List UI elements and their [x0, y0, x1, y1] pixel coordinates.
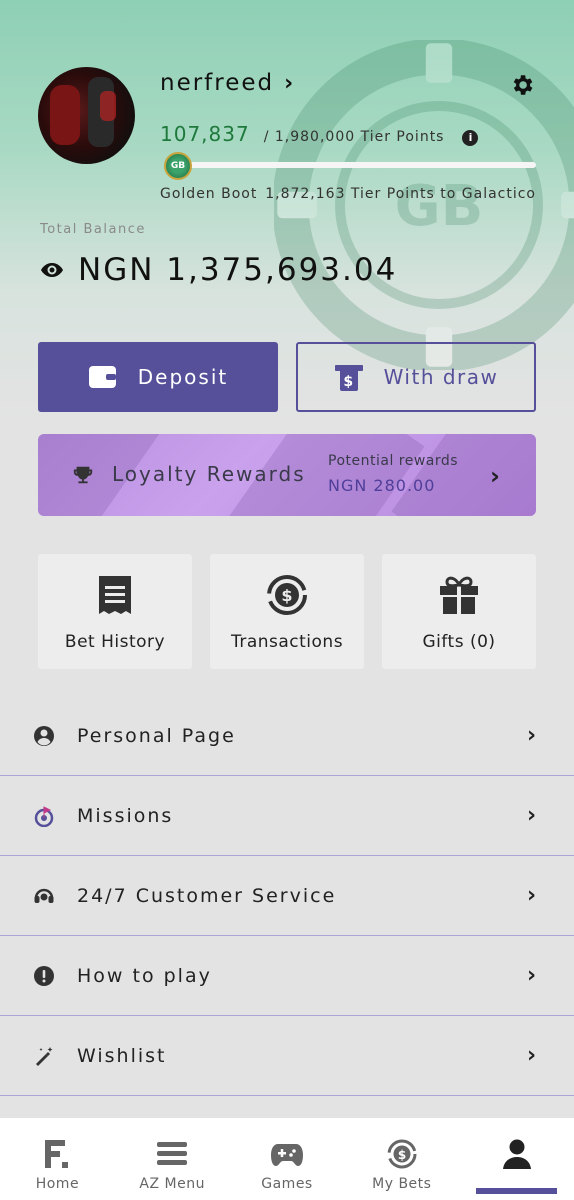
hamburger-icon: [157, 1142, 188, 1165]
nav-az-menu[interactable]: AZ Menu: [115, 1118, 230, 1200]
nav-label: Games: [261, 1176, 313, 1192]
tier-points-total: / 1,980,000 Tier Points: [263, 129, 445, 145]
svg-text:$: $: [398, 1148, 406, 1162]
tier-labels: Golden Boot 1,872,163 Tier Points to Gal…: [160, 186, 536, 202]
tile-transactions[interactable]: $ Transactions: [210, 554, 364, 669]
menu-item-customer-service[interactable]: 24/7 Customer Service ›: [0, 856, 574, 936]
withdraw-button[interactable]: $ With draw: [296, 342, 536, 412]
potential-rewards-value: NGN 280.00: [328, 476, 436, 495]
menu-item-how-to-play[interactable]: How to play ›: [0, 936, 574, 1016]
profile-menu: Personal Page › Missions › 24/7 Customer…: [0, 696, 574, 1096]
user-circle-icon: [34, 725, 54, 746]
gift-icon: [440, 576, 478, 614]
username-link[interactable]: nerfreed ›: [160, 70, 295, 96]
tier-points-row: 107,837 / 1,980,000 Tier Points i: [160, 122, 479, 146]
wallet-icon: [88, 366, 116, 388]
nav-label: Home: [35, 1176, 80, 1192]
home-logo-icon: [45, 1140, 69, 1168]
current-tier-label: Golden Boot: [160, 186, 258, 202]
next-tier-label: 1,872,163 Tier Points to Galactico: [265, 186, 536, 202]
chevron-right-icon: ›: [527, 963, 537, 988]
potential-rewards-label: Potential rewards: [328, 453, 459, 469]
menu-item-wishlist[interactable]: Wishlist ›: [0, 1016, 574, 1096]
eye-icon[interactable]: [40, 260, 64, 280]
trophy-icon: [73, 466, 93, 484]
tier-progress-bar: [170, 162, 536, 168]
withdraw-label: With draw: [383, 365, 499, 389]
menu-item-label: Wishlist: [77, 1044, 167, 1067]
chevron-right-icon: ›: [284, 70, 296, 96]
deposit-label: Deposit: [137, 365, 229, 389]
chevron-right-icon: ›: [527, 1043, 537, 1068]
chevron-right-icon: ›: [527, 723, 537, 748]
chevron-right-icon: ›: [490, 462, 500, 490]
gear-icon[interactable]: [509, 72, 535, 98]
bottom-navigation: Home AZ Menu Games $ My Bets: [0, 1118, 574, 1200]
headset-icon: [34, 888, 54, 903]
total-balance-label: Total Balance: [40, 222, 146, 237]
tile-gifts[interactable]: Gifts (0): [382, 554, 536, 669]
tier-points-value: 107,837: [160, 122, 250, 146]
dollar-cycle-icon: $: [387, 1139, 417, 1169]
chevron-right-icon: ›: [527, 803, 537, 828]
nav-home[interactable]: Home: [0, 1118, 115, 1200]
exclamation-circle-icon: [34, 965, 54, 986]
nav-label: AZ Menu: [139, 1176, 205, 1192]
svg-text:GB: GB: [395, 174, 484, 239]
tile-bet-history[interactable]: Bet History: [38, 554, 192, 669]
menu-item-personal-page[interactable]: Personal Page ›: [0, 696, 574, 776]
dollar-cycle-icon: $: [267, 575, 307, 615]
menu-item-label: 24/7 Customer Service: [77, 884, 337, 907]
profile-icon: [502, 1139, 531, 1169]
username-text: nerfreed: [160, 70, 275, 96]
total-balance-value: NGN 1,375,693.04: [78, 252, 398, 288]
menu-item-missions[interactable]: Missions ›: [0, 776, 574, 856]
info-icon[interactable]: i: [462, 130, 479, 146]
tile-label: Gifts (0): [422, 632, 496, 652]
magic-wand-icon: [36, 1046, 53, 1066]
tile-label: Transactions: [230, 632, 344, 652]
chevron-right-icon: ›: [527, 883, 537, 908]
nav-my-bets[interactable]: $ My Bets: [344, 1118, 459, 1200]
nav-label: My Bets: [372, 1176, 432, 1192]
tile-label: Bet History: [64, 632, 166, 652]
loyalty-title: Loyalty Rewards: [112, 462, 306, 486]
nav-games[interactable]: Games: [230, 1118, 345, 1200]
avatar[interactable]: [38, 67, 135, 164]
menu-item-label: How to play: [77, 964, 212, 987]
active-tab-indicator: [476, 1188, 557, 1194]
menu-item-label: Personal Page: [77, 724, 236, 747]
loyalty-rewards-banner[interactable]: Loyalty Rewards Potential rewards NGN 28…: [38, 434, 536, 516]
atm-withdraw-icon: $: [334, 365, 363, 391]
tier-badge-icon: GB: [164, 152, 192, 180]
svg-text:$: $: [281, 586, 292, 605]
receipt-icon: [99, 576, 131, 614]
menu-item-label: Missions: [77, 804, 174, 827]
gamepad-icon: [270, 1144, 303, 1166]
total-balance: NGN 1,375,693.04: [40, 252, 397, 288]
target-flag-icon: [34, 805, 54, 827]
svg-text:$: $: [343, 374, 354, 390]
deposit-button[interactable]: Deposit: [38, 342, 278, 412]
nav-profile[interactable]: [459, 1118, 574, 1200]
